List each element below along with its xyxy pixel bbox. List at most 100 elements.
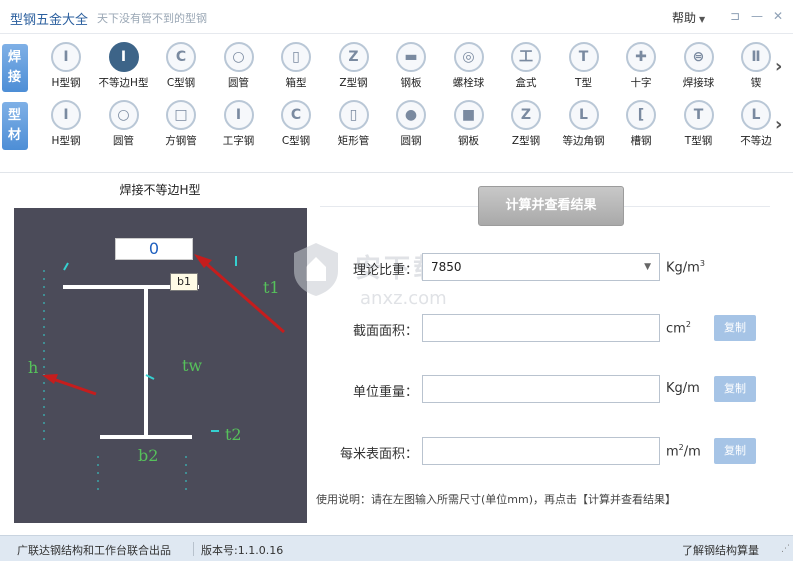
shape-icon: ✚ <box>626 42 656 72</box>
copy-surface-button[interactable]: 复制 <box>714 438 756 464</box>
minimize-icon[interactable]: — <box>749 8 765 24</box>
shape-label: H型钢 <box>51 135 81 147</box>
chevron-right-icon[interactable]: › <box>775 114 787 135</box>
help-menu-button[interactable]: 帮助 ▼ <box>672 9 705 26</box>
shape-label: Z型钢 <box>339 77 368 89</box>
surface-unit: m2/m <box>666 443 701 460</box>
shape-item[interactable]: ◎ 螺栓球 <box>441 42 497 94</box>
shape-item[interactable]: ● 圆钢 <box>383 100 439 152</box>
shape-item[interactable]: Z Z型钢 <box>326 42 382 94</box>
shape-label: 螺栓球 <box>452 77 485 89</box>
shape-icon: □ <box>166 100 196 130</box>
weight-label: 单位重量： <box>352 385 418 400</box>
weight-field[interactable] <box>422 375 660 403</box>
shape-label: 焊接球 <box>682 77 715 89</box>
shape-label: 圆管 <box>113 135 134 147</box>
shape-icon: ● <box>396 100 426 130</box>
bottom-flange <box>100 435 192 439</box>
surface-label: 每米表面积： <box>339 447 418 462</box>
shape-label: 钢板 <box>458 135 479 147</box>
shape-item[interactable]: 工盒式 <box>498 42 554 94</box>
usage-instructions: 使用说明：请在左图输入所需尺寸(单位mm)，再点击【计算并查看结果】 <box>316 493 677 506</box>
status-bar: 广联达钢结构和工作台联合出品 版本号:1.1.0.16 了解钢结构算量 ⋰ <box>0 535 793 561</box>
shape-icon: I <box>108 42 139 72</box>
shape-item[interactable]: C C型钢 <box>268 100 324 152</box>
shape-icon: I <box>51 100 81 130</box>
shape-icon: T <box>568 42 599 72</box>
shape-icon: ▯ <box>281 42 311 72</box>
shape-item[interactable]: T T型钢 <box>671 100 727 152</box>
b2-label: b2 <box>138 446 159 465</box>
shape-label: Z型钢 <box>511 135 541 147</box>
help-label: 帮助 <box>672 11 697 25</box>
diagram-title: 焊接不等边H型 <box>119 183 201 197</box>
chevron-down-icon: ▼ <box>644 262 651 272</box>
shape-icon: ■ <box>453 100 484 130</box>
shape-item[interactable]: ○ 圆管 <box>96 100 152 152</box>
shape-label: 不等边 <box>740 135 772 147</box>
shape-icon: ⊜ <box>683 42 714 72</box>
h-label: h <box>28 358 39 377</box>
shape-label: 矩形管 <box>337 135 370 147</box>
surface-field[interactable] <box>422 437 660 465</box>
t1-label: t1 <box>263 278 280 297</box>
web <box>144 289 148 435</box>
shape-item[interactable]: ▬ 钢板 <box>383 42 439 94</box>
area-field[interactable] <box>422 314 660 342</box>
shape-icon: ○ <box>108 100 139 130</box>
category-row: 型材 I H型钢 ○ 圆管 □ 方钢管 I 工字钢 C C型钢 ▯ 矩形管 ● 圆钢 ■ 钢板 Z Z型钢 L 等边角钢… <box>0 100 793 152</box>
shape-item[interactable]: T T型 <box>556 42 612 94</box>
shape-item[interactable]: L 等边角钢 <box>556 100 612 152</box>
shape-label: C型钢 <box>281 135 311 147</box>
shape-icon: I <box>51 42 81 72</box>
shape-item[interactable]: ▯ 箱型 <box>268 42 324 94</box>
copy-area-button[interactable]: 复制 <box>714 315 756 341</box>
area-label: 截面面积： <box>352 324 418 339</box>
density-value: 7850 <box>431 260 462 274</box>
chevron-right-icon[interactable]: › <box>775 56 787 77</box>
density-unit: Kg/m3 <box>666 259 705 276</box>
shape-item[interactable]: Z Z型钢 <box>498 100 554 152</box>
menu-icon[interactable]: ⊐ <box>727 8 743 24</box>
learn-more-link[interactable]: 了解钢结构算量 <box>682 542 759 558</box>
close-icon[interactable]: ✕ <box>770 8 786 24</box>
shape-item[interactable]: □ 方钢管 <box>153 100 209 152</box>
shape-icon: ▬ <box>396 42 426 72</box>
shape-item[interactable]: I 工字钢 <box>211 100 267 152</box>
area-unit: cm2 <box>666 320 691 337</box>
shape-label: 等边角钢 <box>562 135 605 147</box>
arrow-h <box>49 376 97 396</box>
shape-label: H型钢 <box>51 77 81 89</box>
shape-label: 圆钢 <box>400 135 422 147</box>
calculate-button[interactable]: 计算并查看结果 <box>478 186 624 226</box>
shape-item[interactable]: I H型钢 <box>38 100 94 152</box>
shape-item[interactable]: ○ 圆管 <box>211 42 267 94</box>
shape-icon: I <box>223 100 254 130</box>
shape-icon: [ <box>626 100 656 130</box>
b1-input[interactable]: 0 <box>115 238 193 260</box>
category-tab[interactable]: 型材 <box>2 102 28 150</box>
category-tab[interactable]: 焊接 <box>2 44 28 92</box>
shape-item[interactable]: I H型钢 <box>38 42 94 94</box>
density-select[interactable]: 7850 ▼ <box>422 253 660 281</box>
shape-label: 锲 <box>750 77 762 89</box>
resize-grip-icon[interactable]: ⋰ <box>781 544 790 554</box>
copy-weight-button[interactable]: 复制 <box>714 376 756 402</box>
shape-icon: L <box>568 100 599 130</box>
shape-item[interactable]: [槽钢 <box>613 100 669 152</box>
shape-label: 工字钢 <box>222 135 255 147</box>
shape-item[interactable]: ▯ 矩形管 <box>326 100 382 152</box>
shape-label: 盒式 <box>515 77 537 89</box>
chevron-down-icon: ▼ <box>699 15 706 24</box>
shape-icon: T <box>683 100 714 130</box>
shape-item[interactable]: I 不等边H型 <box>96 42 152 94</box>
t2-label: t2 <box>225 425 242 444</box>
app-title: 型钢五金大全 <box>10 13 89 28</box>
shape-item[interactable]: ■ 钢板 <box>441 100 497 152</box>
shape-label: 不等边H型 <box>98 77 149 89</box>
shape-item[interactable]: ✚ 十字 <box>613 42 669 94</box>
shape-item[interactable]: ⊜ 焊接球 <box>671 42 727 94</box>
shape-label: T型 <box>575 77 592 89</box>
shape-icon: Z <box>511 100 541 130</box>
shape-item[interactable]: C C型钢 <box>153 42 209 94</box>
